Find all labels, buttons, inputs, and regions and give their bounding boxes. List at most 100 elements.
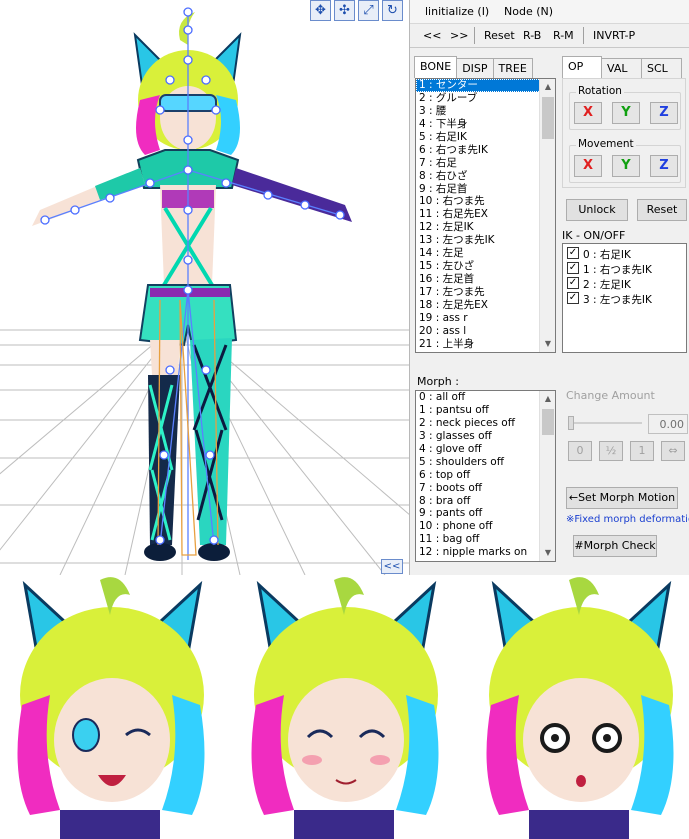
list-item[interactable]: 6 : 右つま先IK bbox=[416, 144, 555, 157]
list-item[interactable]: 3 : glasses off bbox=[416, 430, 555, 443]
list-item[interactable]: 1 : センター bbox=[416, 79, 555, 92]
list-item[interactable]: 0 : all off bbox=[416, 391, 555, 404]
change-amount-slider-thumb[interactable] bbox=[568, 416, 574, 430]
reset-button[interactable]: Reset bbox=[484, 29, 515, 42]
tab-disp[interactable]: DISP bbox=[456, 58, 494, 78]
amount-1-button[interactable]: 1 bbox=[630, 441, 654, 461]
morph-title: Morph : bbox=[417, 375, 459, 388]
list-item[interactable]: 15 : 左ひざ bbox=[416, 260, 555, 273]
fixed-morph-note: ※Fixed morph deformation bbox=[566, 514, 689, 525]
change-amount-title: Change Amount bbox=[566, 389, 655, 402]
menu-bar: linitialize (I) Node (N) bbox=[410, 0, 689, 24]
amount-half-button[interactable]: ½ bbox=[599, 441, 623, 461]
scroll-thumb[interactable] bbox=[542, 97, 554, 139]
list-item[interactable]: 7 : boots off bbox=[416, 482, 555, 495]
rotation-title: Rotation bbox=[576, 85, 624, 97]
list-item[interactable]: 16 : 左足首 bbox=[416, 273, 555, 286]
scroll-up-icon[interactable]: ▲ bbox=[540, 79, 555, 95]
control-panel: linitialize (I) Node (N) << >> Reset R-B… bbox=[409, 0, 689, 575]
swap-icon[interactable]: ⇔ bbox=[661, 441, 685, 461]
list-item[interactable]: 19 : ass r bbox=[416, 312, 555, 325]
tab-bone[interactable]: BONE bbox=[414, 56, 458, 78]
zoom-view-icon[interactable]: ⤢ bbox=[358, 0, 379, 21]
tab-val[interactable]: VAL bbox=[601, 58, 642, 78]
movement-group: Movement X Y Z bbox=[569, 138, 681, 183]
checkbox-icon[interactable]: ✓ bbox=[567, 247, 579, 259]
rm-button[interactable]: R-M bbox=[553, 29, 574, 42]
move-x-button[interactable]: X bbox=[574, 155, 602, 177]
list-item[interactable]: 12 : nipple marks on bbox=[416, 546, 555, 559]
ik-list: ✓ 0 : 右足IK ✓ 1 : 右つま先IK ✓ 2 : 左足IK ✓ 3 : 左つま… bbox=[562, 243, 687, 353]
list-item[interactable]: 13 : 左つま先IK bbox=[416, 234, 555, 247]
list-item[interactable]: 4 : 下半身 bbox=[416, 118, 555, 131]
list-item[interactable]: 17 : 左つま先 bbox=[416, 286, 555, 299]
list-item[interactable]: 10 : phone off bbox=[416, 520, 555, 533]
list-item[interactable]: 11 : 右足先EX bbox=[416, 208, 555, 221]
next-frame-button[interactable]: >> bbox=[450, 29, 468, 42]
op-tab-panel: Rotation X Y Z Movement X Y Z bbox=[562, 78, 686, 188]
pan-view-icon[interactable]: ✣ bbox=[334, 0, 355, 21]
list-item[interactable]: 4 : glove off bbox=[416, 443, 555, 456]
list-item[interactable]: 18 : 左足先EX bbox=[416, 299, 555, 312]
face-smile-image bbox=[251, 577, 439, 839]
list-item[interactable]: 10 : 右つま先 bbox=[416, 195, 555, 208]
tab-tree[interactable]: TREE bbox=[492, 58, 533, 78]
menu-node[interactable]: Node (N) bbox=[504, 5, 553, 18]
bone-list[interactable]: 1 : センター 2 : グルーブ 3 : 腰4 : 下半身 5 : 右足IK 6 : … bbox=[415, 78, 556, 353]
rb-button[interactable]: R-B bbox=[523, 29, 541, 42]
list-item[interactable]: 5 : 右足IK bbox=[416, 131, 555, 144]
list-item[interactable]: 6 : top off bbox=[416, 469, 555, 482]
change-amount-value[interactable]: 0.00 bbox=[648, 414, 688, 434]
set-morph-motion-button[interactable]: ←Set Morph Motion bbox=[566, 487, 678, 509]
morph-list[interactable]: 0 : all off 1 : pantsu off 2 : neck pieces… bbox=[415, 390, 556, 562]
morph-check-button[interactable]: #Morph Check bbox=[573, 535, 657, 557]
move-y-button[interactable]: Y bbox=[612, 155, 640, 177]
list-item[interactable]: 8 : bra off bbox=[416, 495, 555, 508]
toolbar-divider bbox=[474, 27, 475, 44]
checkbox-icon[interactable]: ✓ bbox=[567, 277, 579, 289]
rotate-z-button[interactable]: Z bbox=[650, 102, 678, 124]
list-item[interactable]: 5 : shoulders off bbox=[416, 456, 555, 469]
toolbar-divider bbox=[583, 27, 584, 44]
menu-initialize[interactable]: linitialize (I) bbox=[425, 5, 489, 18]
move-view-icon[interactable]: ✥ bbox=[310, 0, 331, 21]
list-item[interactable]: 11 : bag off bbox=[416, 533, 555, 546]
viewport-scene bbox=[0, 7, 409, 575]
reset-bone-button[interactable]: Reset bbox=[637, 199, 687, 221]
list-item[interactable]: 9 : 右足首 bbox=[416, 183, 555, 196]
list-item[interactable]: 1 : pantsu off bbox=[416, 404, 555, 417]
list-item[interactable]: 21 : 上半身 bbox=[416, 338, 555, 351]
scroll-up-icon[interactable]: ▲ bbox=[540, 391, 555, 407]
scroll-down-icon[interactable]: ▼ bbox=[540, 545, 555, 561]
rotate-view-icon[interactable]: ↻ bbox=[382, 0, 403, 21]
morph-list-scrollbar[interactable]: ▲ ▼ bbox=[539, 391, 555, 561]
bone-list-scrollbar[interactable]: ▲ ▼ bbox=[539, 79, 555, 352]
model-viewport[interactable]: ✥ ✣ ⤢ ↻ << bbox=[0, 0, 409, 575]
morph-rows: 0 : all off 1 : pantsu off 2 : neck pieces… bbox=[416, 391, 555, 559]
list-item[interactable]: 9 : pants off bbox=[416, 507, 555, 520]
list-item[interactable]: 2 : neck pieces off bbox=[416, 417, 555, 430]
list-item[interactable]: 8 : 右ひざ bbox=[416, 170, 555, 183]
face-previews bbox=[0, 575, 689, 839]
list-item[interactable]: 2 : グルーブ bbox=[416, 92, 555, 105]
amount-0-button[interactable]: 0 bbox=[568, 441, 592, 461]
rotate-x-button[interactable]: X bbox=[574, 102, 602, 124]
scroll-thumb[interactable] bbox=[542, 409, 554, 435]
move-z-button[interactable]: Z bbox=[650, 155, 678, 177]
tab-op[interactable]: OP bbox=[562, 56, 602, 78]
checkbox-icon[interactable]: ✓ bbox=[567, 262, 579, 274]
tab-scl[interactable]: SCL bbox=[641, 58, 682, 78]
invert-p-button[interactable]: INVRT-P bbox=[593, 29, 635, 42]
scroll-down-icon[interactable]: ▼ bbox=[540, 336, 555, 352]
list-item[interactable]: 7 : 右足 bbox=[416, 157, 555, 170]
prev-frame-button[interactable]: << bbox=[423, 29, 441, 42]
collapse-panel-button[interactable]: << bbox=[381, 559, 403, 574]
list-item[interactable]: 20 : ass l bbox=[416, 325, 555, 338]
unlock-button[interactable]: Unlock bbox=[566, 199, 628, 221]
change-amount-slider-track[interactable] bbox=[568, 422, 642, 424]
list-item[interactable]: 3 : 腰 bbox=[416, 105, 555, 118]
checkbox-icon[interactable]: ✓ bbox=[567, 292, 579, 304]
rotate-y-button[interactable]: Y bbox=[612, 102, 640, 124]
list-item[interactable]: 14 : 左足 bbox=[416, 247, 555, 260]
list-item[interactable]: 12 : 左足IK bbox=[416, 221, 555, 234]
